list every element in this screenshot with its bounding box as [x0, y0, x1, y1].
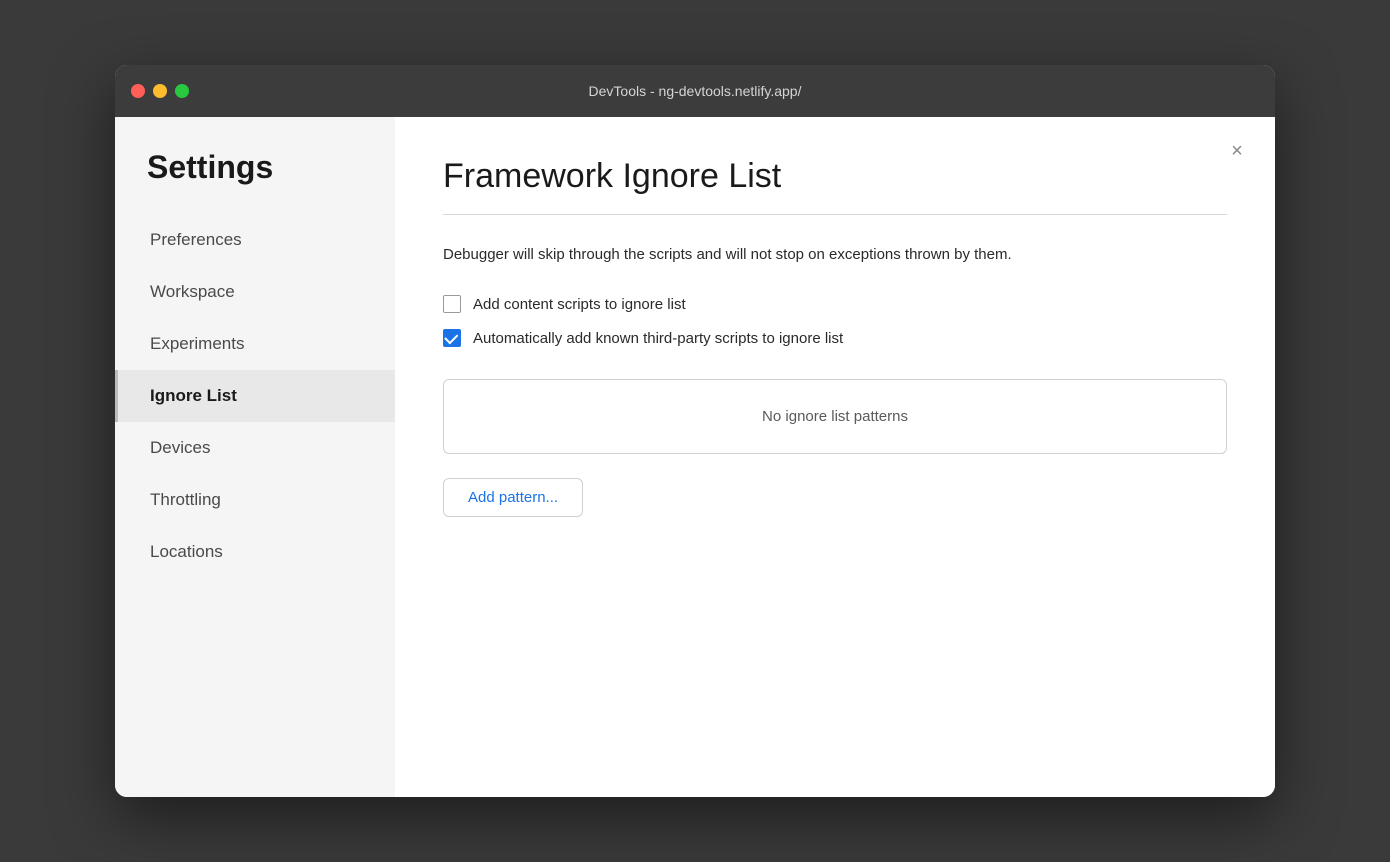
checkbox-content-scripts[interactable] — [443, 295, 461, 313]
titlebar-title: DevTools - ng-devtools.netlify.app/ — [589, 83, 802, 99]
sidebar-item-ignore-list[interactable]: Ignore List — [115, 370, 395, 422]
page-title: Framework Ignore List — [443, 157, 1227, 196]
content-area: Settings Preferences Workspace Experimen… — [115, 117, 1275, 797]
sidebar-heading: Settings — [115, 149, 395, 214]
sidebar-item-devices[interactable]: Devices — [115, 422, 395, 474]
checkbox-group: Add content scripts to ignore list Autom… — [443, 295, 1227, 347]
checkbox-third-party[interactable] — [443, 329, 461, 347]
sidebar-item-preferences[interactable]: Preferences — [115, 214, 395, 266]
sidebar: Settings Preferences Workspace Experimen… — [115, 117, 395, 797]
add-pattern-button[interactable]: Add pattern... — [443, 478, 583, 517]
traffic-lights — [131, 84, 189, 98]
minimize-traffic-light[interactable] — [153, 84, 167, 98]
checkbox-row-content-scripts[interactable]: Add content scripts to ignore list — [443, 295, 1227, 313]
checkbox-row-third-party[interactable]: Automatically add known third-party scri… — [443, 329, 1227, 347]
titlebar: DevTools - ng-devtools.netlify.app/ — [115, 65, 1275, 117]
app-window: DevTools - ng-devtools.netlify.app/ Sett… — [115, 65, 1275, 797]
sidebar-item-experiments[interactable]: Experiments — [115, 318, 395, 370]
sidebar-item-locations[interactable]: Locations — [115, 526, 395, 578]
description-text: Debugger will skip through the scripts a… — [443, 243, 1123, 267]
checkbox-content-scripts-label: Add content scripts to ignore list — [473, 296, 686, 313]
checkbox-third-party-label: Automatically add known third-party scri… — [473, 330, 843, 347]
sidebar-item-throttling[interactable]: Throttling — [115, 474, 395, 526]
pattern-empty-label: No ignore list patterns — [762, 408, 908, 425]
close-traffic-light[interactable] — [131, 84, 145, 98]
close-button[interactable]: × — [1223, 137, 1251, 165]
sidebar-item-workspace[interactable]: Workspace — [115, 266, 395, 318]
main-panel: × Framework Ignore List Debugger will sk… — [395, 117, 1275, 797]
pattern-empty-box: No ignore list patterns — [443, 379, 1227, 454]
divider — [443, 214, 1227, 215]
maximize-traffic-light[interactable] — [175, 84, 189, 98]
